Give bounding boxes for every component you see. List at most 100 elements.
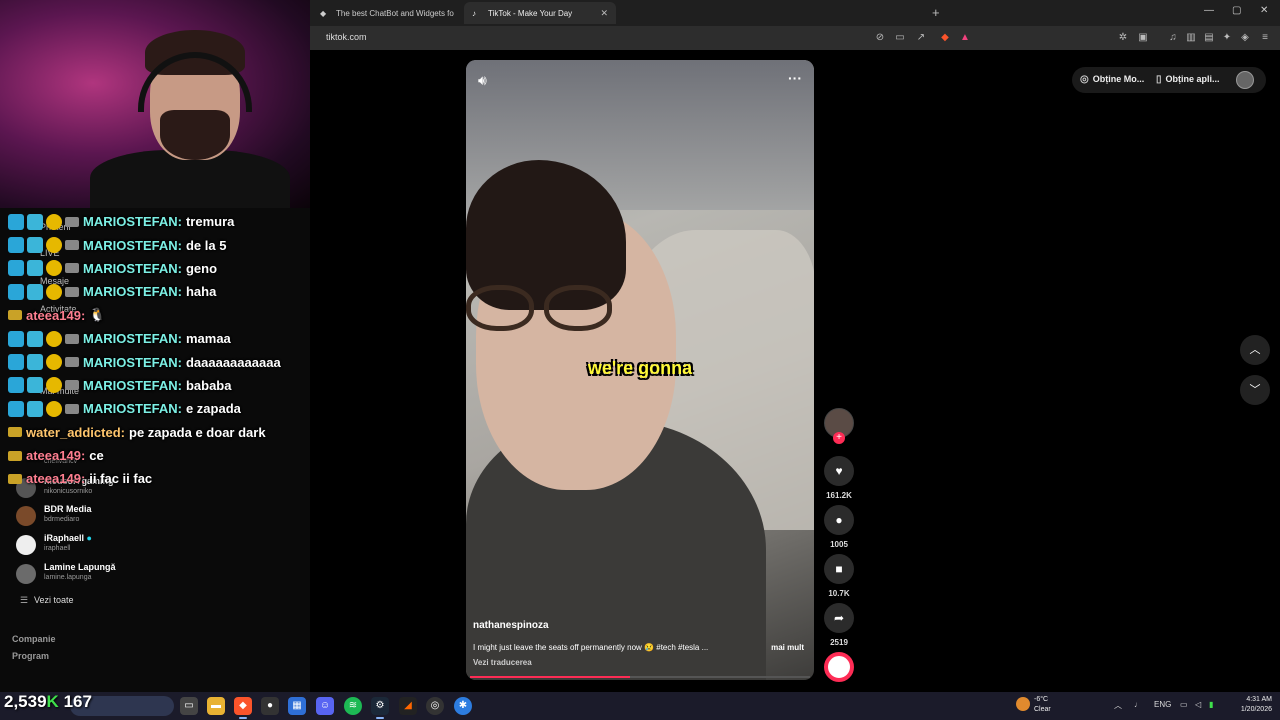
- stream-counter: 2,539K 167: [4, 692, 92, 712]
- language-indicator[interactable]: ENG: [1154, 700, 1171, 709]
- moon-icon: [1016, 697, 1030, 711]
- see-more-button[interactable]: mai mult: [771, 643, 804, 652]
- maximize-button[interactable]: ▢: [1232, 5, 1241, 16]
- vpn-icon[interactable]: ◈: [1238, 31, 1252, 45]
- menu-icon[interactable]: ≡: [1258, 31, 1272, 45]
- tab-chatbot[interactable]: ◆ The best ChatBot and Widgets for Ki: [312, 2, 462, 24]
- file-explorer-icon[interactable]: ▬: [207, 697, 225, 715]
- rewards-icon[interactable]: ▲: [958, 31, 972, 45]
- wallet-icon[interactable]: ▤: [1202, 31, 1216, 45]
- chat-username: MARIOSTEFAN: [83, 260, 178, 276]
- counter-value: 2,539: [4, 692, 47, 711]
- video-author[interactable]: nathanespinoza: [473, 620, 549, 631]
- get-app-button[interactable]: ▯ Obține apli...: [1156, 69, 1220, 89]
- get-coins-button[interactable]: ◎ Obține Mo...: [1080, 69, 1144, 89]
- chat-colon: :: [80, 307, 86, 323]
- section-company[interactable]: Companie: [12, 634, 56, 644]
- previous-video-button[interactable]: ︿: [1240, 335, 1270, 365]
- obs-icon[interactable]: ●: [261, 697, 279, 715]
- leo-icon[interactable]: ✦: [1220, 31, 1234, 45]
- weather-temp: -6°C: [1034, 696, 1049, 703]
- video-progress-bar[interactable]: [470, 676, 810, 678]
- chat-username: MARIOSTEFAN: [83, 331, 178, 347]
- chat-colon: :: [120, 424, 125, 440]
- chat-message: MARIOSTEFAN: bababa: [8, 374, 308, 397]
- camera-badge-icon: [65, 333, 79, 344]
- url-field[interactable]: tiktok.com: [326, 32, 367, 42]
- volume-tray-icon[interactable]: ◁: [1195, 700, 1201, 709]
- discord-icon[interactable]: ☺: [316, 697, 334, 715]
- tray-chevron-icon[interactable]: ︿: [1114, 700, 1122, 711]
- window-close-button[interactable]: ✕: [1260, 5, 1268, 16]
- tier-badge-icon: [46, 330, 62, 347]
- comment-button[interactable]: ●: [824, 505, 854, 535]
- section-program[interactable]: Program: [12, 651, 49, 661]
- avatar: [16, 535, 36, 555]
- list-icon: ☰: [20, 595, 29, 605]
- tier-badge-icon: [46, 213, 62, 230]
- following-account[interactable]: Lamine Lapungă lamine.lapunga: [16, 562, 296, 588]
- steam-icon[interactable]: ⚙: [371, 697, 389, 719]
- music-disc-icon[interactable]: [824, 652, 854, 682]
- task-view-icon[interactable]: ▭: [180, 697, 198, 715]
- store-icon[interactable]: ▦: [288, 697, 306, 715]
- extensions-icon[interactable]: ✲: [1116, 31, 1130, 45]
- stream-overlay: Prieteni LIVE Mesaje Activitate Mai mult…: [0, 0, 310, 692]
- volume-icon[interactable]: 🔊︎: [478, 72, 487, 89]
- webcam-feed: [0, 0, 310, 208]
- diamond-icon: ◆: [320, 8, 327, 18]
- chat-username: MARIOSTEFAN: [83, 354, 178, 370]
- translate-link[interactable]: Vezi traducerea: [473, 658, 532, 667]
- bookmark-count: 10.7K: [828, 589, 850, 598]
- moderator-badge-icon: [8, 354, 24, 371]
- next-video-button[interactable]: ﹀: [1240, 375, 1270, 405]
- chat-username: MARIOSTEFAN: [83, 214, 178, 230]
- streamer-beard: [160, 110, 230, 160]
- follow-plus-icon[interactable]: +: [833, 432, 845, 444]
- tracking-icon[interactable]: ⊘: [873, 31, 887, 45]
- brave-shield-icon[interactable]: ◆: [938, 31, 952, 45]
- chat-username: ateea149: [26, 471, 81, 487]
- chat-colon: :: [177, 237, 182, 253]
- moderator-badge-icon: [8, 377, 24, 394]
- like-button[interactable]: ♥: [824, 456, 854, 486]
- screenshot-icon[interactable]: ▣: [1136, 31, 1150, 45]
- system-clock[interactable]: 4:31 AM 1/20/2026: [1226, 695, 1272, 715]
- bluetooth-app-icon[interactable]: ✱: [454, 697, 472, 715]
- counter-second: 167: [63, 692, 92, 711]
- chat-message: MARIOSTEFAN: e zapada: [8, 397, 308, 420]
- mic-icon[interactable]: ♩: [1134, 700, 1142, 709]
- cast-icon[interactable]: ▭: [893, 31, 907, 45]
- battery-icon[interactable]: ▮: [1209, 700, 1213, 709]
- chat-text: haha: [185, 284, 217, 300]
- chat-message: MARIOSTEFAN: mamaa: [8, 327, 308, 350]
- spotify-icon[interactable]: ≋: [344, 697, 362, 715]
- chat-username: MARIOSTEFAN: [83, 377, 178, 393]
- close-icon[interactable]: ✕: [600, 8, 608, 19]
- video-player[interactable]: we're gonna 🔊︎ ··· nathanespinoza I migh…: [466, 60, 814, 680]
- moderator-badge-icon: [8, 213, 24, 230]
- app-icon[interactable]: ◎: [426, 697, 444, 715]
- brave-browser-icon[interactable]: ◆: [234, 697, 252, 719]
- share-button[interactable]: ➦: [824, 603, 854, 633]
- following-account[interactable]: iRaphaell ● iraphaell: [16, 533, 296, 559]
- streamlabs-icon[interactable]: ◢: [399, 697, 417, 715]
- camera-badge-icon: [8, 450, 22, 461]
- new-tab-button[interactable]: +: [932, 5, 940, 20]
- minimize-button[interactable]: —: [1204, 5, 1214, 16]
- network-icon[interactable]: ▭: [1180, 700, 1188, 709]
- bookmark-button[interactable]: ■: [824, 554, 854, 584]
- share-icon[interactable]: ↗: [914, 31, 928, 45]
- chat-username: MARIOSTEFAN: [83, 401, 178, 417]
- tab-tiktok[interactable]: ♪ TikTok - Make Your Day ✕: [464, 2, 616, 24]
- account-name: iRaphaell ●: [44, 533, 92, 543]
- profile-avatar[interactable]: [1236, 71, 1254, 89]
- weather-widget[interactable]: -6°C Clear: [1016, 695, 1051, 715]
- music-icon[interactable]: ♫: [1166, 31, 1180, 45]
- chat-text: ii fac ii fac: [89, 471, 153, 487]
- see-all-link[interactable]: ☰ Vezi toate: [20, 595, 74, 606]
- following-account[interactable]: BDR Media bdrmediaro: [16, 504, 296, 530]
- account-handle: lamine.lapunga: [44, 574, 92, 581]
- sidebar-icon[interactable]: ▥: [1184, 31, 1198, 45]
- more-options-icon[interactable]: ···: [788, 70, 802, 86]
